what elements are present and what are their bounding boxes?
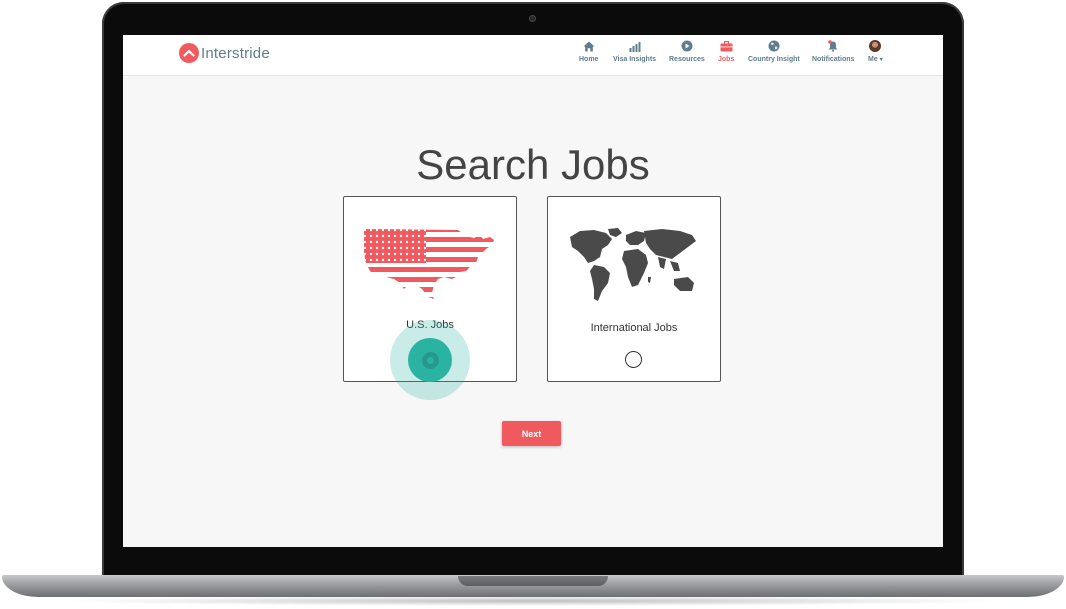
laptop-shadow (60, 596, 1006, 606)
nav-label-jobs: Jobs (718, 56, 735, 63)
radio-checked-icon (421, 351, 439, 369)
bell-icon (827, 39, 839, 53)
briefcase-icon (720, 39, 733, 53)
world-map-icon (566, 227, 700, 310)
brand-logo[interactable]: Interstride (179, 43, 270, 63)
camera (529, 15, 536, 22)
play-circle-icon (681, 39, 693, 53)
nav-item-home[interactable]: Home (579, 39, 598, 63)
radio-international-jobs[interactable] (625, 351, 642, 368)
page-title: Search Jobs (416, 141, 650, 189)
option-card-us-jobs[interactable]: U.S. Jobs (343, 196, 517, 400)
radio-us-jobs[interactable] (408, 338, 452, 382)
avatar (869, 40, 882, 52)
laptop-notch (458, 576, 608, 586)
usa-flag-map-icon (362, 227, 498, 304)
option-label-international-jobs: International Jobs (590, 322, 678, 334)
caret-down-icon: ▾ (879, 57, 883, 63)
nav-item-country-insight[interactable]: Country Insight (748, 39, 800, 63)
globe-icon (768, 39, 780, 53)
option-card-international-jobs[interactable]: International Jobs (547, 196, 721, 382)
nav-label-notifications: Notifications (812, 56, 855, 63)
nav-label-me: Me ▾ (868, 56, 883, 63)
nav-item-notifications[interactable]: Notifications (812, 39, 854, 63)
nav-label-country-insight: Country Insight (748, 56, 800, 63)
nav-item-visa-insights[interactable]: Visa Insights (613, 39, 656, 63)
nav-item-me[interactable]: Me ▾ (868, 39, 883, 63)
bar-chart-icon (629, 39, 641, 53)
top-navbar: Interstride Home Visa Insights Resources… (123, 35, 943, 76)
nav-item-resources[interactable]: Resources (669, 39, 705, 63)
nav-item-jobs[interactable]: Jobs (718, 39, 734, 63)
logo-chevron-icon (179, 43, 199, 63)
home-icon (583, 39, 595, 53)
next-button[interactable]: Next (502, 421, 561, 446)
brand-name: Interstride (201, 44, 270, 62)
nav-label-visa-insights: Visa Insights (613, 56, 657, 63)
nav-label-resources: Resources (669, 56, 705, 63)
app-screen: Interstride Home Visa Insights Resources… (123, 35, 943, 547)
nav-label-home: Home (579, 56, 599, 63)
